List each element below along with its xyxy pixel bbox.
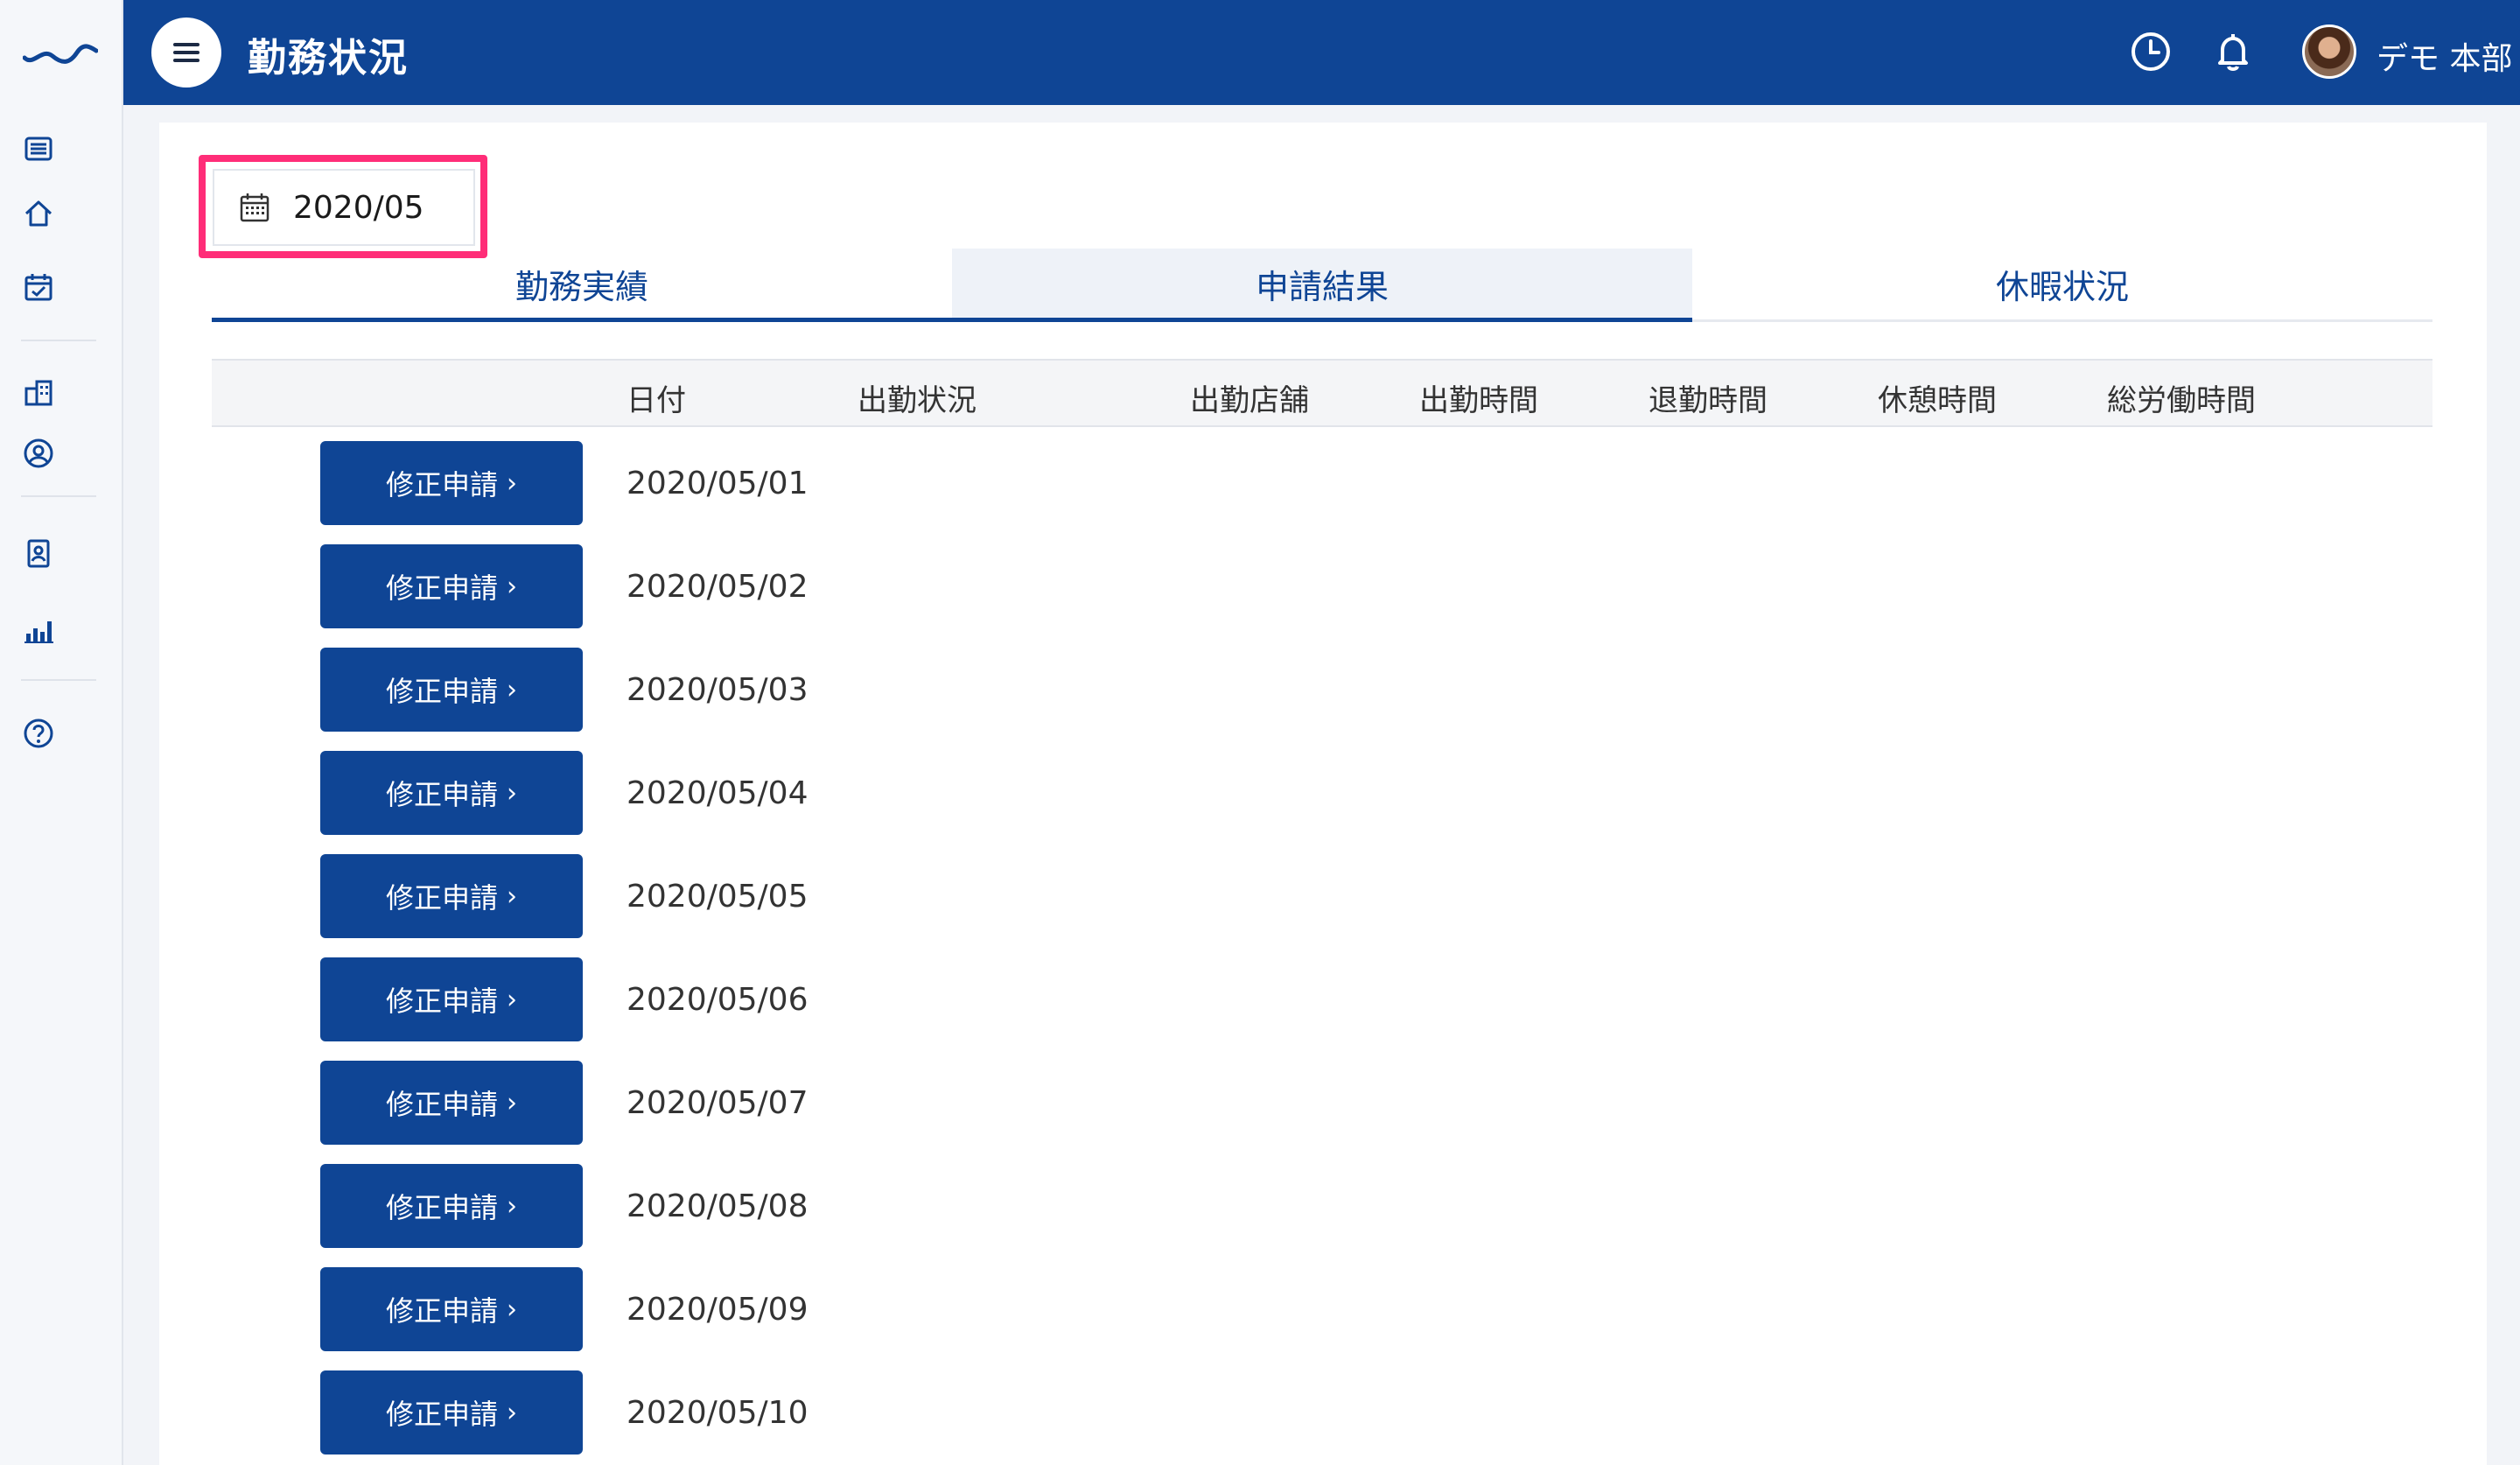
column-header-store: 出勤店舗 <box>1190 383 1309 418</box>
column-header-date: 日付 <box>626 383 686 418</box>
correction-request-label: 修正申請 <box>385 571 498 605</box>
calendar-check-icon[interactable] <box>21 270 56 305</box>
help-icon[interactable] <box>21 716 56 751</box>
correction-request-label: 修正申請 <box>385 468 498 501</box>
tab-bar: 勤務実績 申請結果 休暇状況 <box>212 249 2432 322</box>
correction-request-button[interactable]: 修正申請 › <box>320 1267 583 1351</box>
chevron-right-icon: › <box>507 880 517 912</box>
correction-request-button[interactable]: 修正申請 › <box>320 957 583 1041</box>
user-circle-icon[interactable] <box>21 436 56 471</box>
table-row: 修正申請 › 2020/05/08 <box>212 1155 2432 1258</box>
correction-request-label: 修正申請 <box>385 1398 498 1431</box>
row-date: 2020/05/04 <box>626 775 808 811</box>
correction-request-button[interactable]: 修正申請 › <box>320 1164 583 1248</box>
correction-request-label: 修正申請 <box>385 1191 498 1224</box>
correction-request-button[interactable]: 修正申請 › <box>320 441 583 525</box>
correction-request-button[interactable]: 修正申請 › <box>320 751 583 835</box>
column-header-clock-in: 出勤時間 <box>1419 383 1538 418</box>
correction-request-label: 修正申請 <box>385 985 498 1018</box>
calendar-icon <box>240 193 270 222</box>
row-date: 2020/05/09 <box>626 1292 808 1328</box>
month-picker[interactable]: 2020/05 <box>213 169 475 246</box>
row-date: 2020/05/06 <box>626 982 808 1018</box>
row-date: 2020/05/07 <box>626 1085 808 1121</box>
chevron-right-icon: › <box>507 1397 517 1428</box>
sidebar <box>0 0 123 1465</box>
chevron-right-icon: › <box>507 1190 517 1222</box>
avatar[interactable] <box>2302 25 2356 79</box>
table-row: 修正申請 › 2020/05/04 <box>212 742 2432 845</box>
correction-request-label: 修正申請 <box>385 675 498 708</box>
table-row: 修正申請 › 2020/05/03 <box>212 639 2432 742</box>
column-header-attendance-status: 出勤状況 <box>858 383 976 418</box>
bar-chart-icon[interactable] <box>21 613 56 648</box>
row-date: 2020/05/03 <box>626 672 808 708</box>
table-row: 修正申請 › 2020/05/06 <box>212 949 2432 1052</box>
correction-request-button[interactable]: 修正申請 › <box>320 648 583 732</box>
table-row: 修正申請 › 2020/05/07 <box>212 1052 2432 1155</box>
table-row: 修正申請 › 2020/05/05 <box>212 845 2432 949</box>
month-value: 2020/05 <box>293 189 424 226</box>
correction-request-button[interactable]: 修正申請 › <box>320 1370 583 1454</box>
building-icon[interactable] <box>21 375 56 410</box>
correction-request-button[interactable]: 修正申請 › <box>320 1061 583 1145</box>
table-header: 日付 出勤状況 出勤店舗 出勤時間 退勤時間 休憩時間 総労働時間 <box>212 359 2432 427</box>
tab-leave-status[interactable]: 休暇状況 <box>1692 249 2432 319</box>
user-name[interactable]: デモ 本部 <box>2376 33 2512 79</box>
row-date: 2020/05/10 <box>626 1395 808 1431</box>
id-badge-icon[interactable] <box>21 536 56 571</box>
home-icon[interactable] <box>21 196 56 231</box>
sidebar-divider <box>21 495 96 497</box>
correction-request-label: 修正申請 <box>385 881 498 915</box>
tab-application-result[interactable]: 申請結果 <box>952 249 1692 322</box>
sidebar-divider <box>21 679 96 681</box>
chevron-right-icon: › <box>507 1293 517 1325</box>
chevron-right-icon: › <box>507 1087 517 1118</box>
table-row: 修正申請 › 2020/05/01 <box>212 432 2432 536</box>
chevron-right-icon: › <box>507 984 517 1015</box>
correction-request-label: 修正申請 <box>385 778 498 811</box>
top-bar: 勤務状況 デモ 本部 <box>123 0 2520 105</box>
row-date: 2020/05/08 <box>626 1188 808 1224</box>
row-date: 2020/05/02 <box>626 569 808 605</box>
table-row: 修正申請 › 2020/05/02 <box>212 536 2432 639</box>
sidebar-divider <box>21 340 96 341</box>
chevron-right-icon: › <box>507 571 517 602</box>
bell-icon[interactable] <box>2206 25 2260 79</box>
column-header-total-hours: 総労働時間 <box>2107 383 2256 418</box>
correction-request-label: 修正申請 <box>385 1294 498 1328</box>
chevron-right-icon: › <box>507 467 517 499</box>
list-icon[interactable] <box>21 131 56 166</box>
correction-request-label: 修正申請 <box>385 1088 498 1121</box>
row-date: 2020/05/01 <box>626 466 808 501</box>
table-row: 修正申請 › 2020/05/09 <box>212 1258 2432 1362</box>
row-date: 2020/05/05 <box>626 879 808 915</box>
column-header-break: 休憩時間 <box>1878 383 1997 418</box>
page-title: 勤務状況 <box>248 36 409 81</box>
menu-button[interactable] <box>151 18 221 88</box>
chevron-right-icon: › <box>507 674 517 705</box>
correction-request-button[interactable]: 修正申請 › <box>320 544 583 628</box>
brand-logo-icon[interactable] <box>23 40 98 67</box>
column-header-clock-out: 退勤時間 <box>1648 383 1768 418</box>
chevron-right-icon: › <box>507 777 517 809</box>
clock-icon[interactable] <box>2124 25 2178 79</box>
hamburger-icon <box>173 43 200 62</box>
table-row: 修正申請 › 2020/05/10 <box>212 1362 2432 1465</box>
tab-work-record[interactable]: 勤務実績 <box>212 249 952 322</box>
correction-request-button[interactable]: 修正申請 › <box>320 854 583 938</box>
